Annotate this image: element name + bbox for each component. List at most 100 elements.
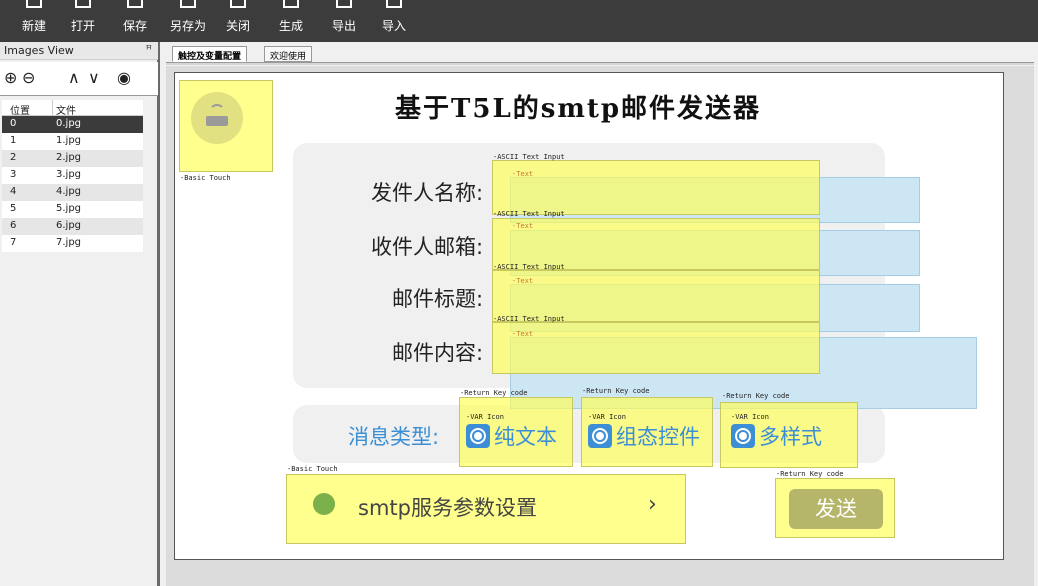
build-button-label: 生成	[278, 19, 303, 33]
save-as-button-label: 另存为	[169, 19, 206, 33]
radio-selected-icon	[588, 424, 612, 448]
image-row-file: 0.jpg	[56, 118, 82, 129]
router-body	[206, 116, 228, 126]
ascii-input-tag: -ASCII Text Input	[493, 315, 565, 323]
image-row-position: 3	[10, 169, 17, 180]
app-window: 新建 打开 保存 另存为 关闭 生成 导出 导入 Images View ꟸ ⊕…	[0, 0, 1038, 586]
import-button[interactable]: 导入	[378, 0, 410, 42]
ascii-input-tag: -ASCII Text Input	[493, 210, 565, 218]
save-button-label: 保存	[122, 19, 147, 33]
save-as-button[interactable]: 另存为	[168, 0, 208, 42]
new-button[interactable]: 新建	[18, 0, 50, 42]
image-row[interactable]: 3 3.jpg	[2, 167, 143, 184]
image-row-file: 6.jpg	[56, 220, 82, 231]
image-row-position: 0	[10, 118, 17, 129]
export-button[interactable]: 导出	[328, 0, 360, 42]
image-row[interactable]: 7 7.jpg	[2, 235, 143, 252]
add-image-icon[interactable]: ⊕	[4, 68, 17, 88]
ascii-input-tag: -ASCII Text Input	[493, 263, 565, 271]
new-button-label: 新建	[21, 19, 46, 33]
move-down-icon[interactable]: ∨	[88, 68, 100, 88]
image-row-file: 1.jpg	[56, 135, 82, 146]
radio-selected-icon	[466, 424, 490, 448]
send-button[interactable]: 发送	[789, 489, 883, 529]
open-button-label: 打开	[70, 19, 95, 33]
text-tag: -Text	[512, 330, 534, 338]
option-multi-style-label: 多样式	[759, 425, 822, 449]
var-icon-tag: -VAR Icon	[731, 413, 769, 421]
basic-touch-tag: -Basic Touch	[287, 465, 338, 473]
image-row[interactable]: 1 1.jpg	[2, 133, 143, 150]
var-icon-tag: -VAR Icon	[588, 413, 626, 421]
preview-eye-icon[interactable]: ◉	[117, 68, 131, 88]
return-key-tag: -Return Key code	[582, 387, 650, 395]
column-divider	[52, 100, 53, 115]
mail-subject-label: 邮件标题:	[392, 287, 484, 311]
image-row-position: 2	[10, 152, 17, 163]
close-button[interactable]: 关闭	[222, 0, 254, 42]
tab-underline	[166, 62, 1034, 65]
image-row-file: 5.jpg	[56, 203, 82, 214]
mail-content-overlay[interactable]	[492, 322, 820, 374]
image-row-position: 5	[10, 203, 17, 214]
router-icon	[191, 92, 243, 144]
image-list-table: 位置 文件 0 0.jpg 1 1.jpg 2 2.jpg 3 3.jpg 4	[2, 100, 143, 252]
message-type-label: 消息类型:	[348, 425, 440, 449]
image-row[interactable]: 2 2.jpg	[2, 150, 143, 167]
option-widget-label: 组态控件	[616, 425, 700, 449]
return-key-tag: -Return Key code	[460, 389, 528, 397]
build-button[interactable]: 生成	[275, 0, 307, 42]
chevron-right-icon: ›	[648, 492, 657, 517]
image-row-file: 4.jpg	[56, 186, 82, 197]
text-tag: -Text	[512, 170, 534, 178]
mail-content-label: 邮件内容:	[392, 341, 484, 365]
option-plain-text-label: 纯文本	[494, 425, 557, 449]
radio-selected-icon	[731, 424, 755, 448]
images-view-toolbar: ⊕ ⊖ ∧ ∨ ◉	[0, 62, 158, 96]
var-icon-tag: -VAR Icon	[466, 413, 504, 421]
tab-welcome[interactable]: 欢迎使用	[264, 46, 313, 62]
image-row-file: 2.jpg	[56, 152, 82, 163]
main-toolbar: 新建 打开 保存 另存为 关闭 生成 导出 导入	[0, 0, 1038, 42]
images-view-header: Images View ꟸ	[0, 42, 158, 60]
build-icon	[283, 0, 299, 8]
page-title: 基于T5L的smtp邮件发送器	[395, 94, 762, 124]
sender-name-overlay[interactable]	[492, 160, 820, 215]
open-button[interactable]: 打开	[67, 0, 99, 42]
close-button-label: 关闭	[225, 19, 250, 33]
export-button-label: 导出	[331, 19, 356, 33]
basic-touch-tag: -Basic Touch	[180, 174, 231, 182]
image-row-file: 7.jpg	[56, 237, 82, 248]
column-header-file[interactable]: 文件	[56, 102, 76, 117]
sender-name-label: 发件人名称:	[371, 181, 484, 205]
image-row[interactable]: 5 5.jpg	[2, 201, 143, 218]
image-list-header: 位置 文件	[2, 100, 143, 117]
new-file-icon	[26, 0, 42, 8]
image-row[interactable]: 4 4.jpg	[2, 184, 143, 201]
save-button[interactable]: 保存	[119, 0, 151, 42]
image-row-position: 1	[10, 135, 17, 146]
move-up-icon[interactable]: ∧	[68, 68, 80, 88]
text-tag: -Text	[512, 222, 534, 230]
column-header-position[interactable]: 位置	[10, 102, 30, 117]
pin-icon[interactable]: ꟸ	[146, 43, 152, 56]
return-key-tag: -Return Key code	[776, 470, 844, 478]
export-icon	[336, 0, 352, 8]
image-row[interactable]: 0 0.jpg	[2, 116, 143, 133]
save-as-icon	[180, 0, 196, 8]
smtp-settings-label: smtp服务参数设置	[358, 496, 537, 520]
import-button-label: 导入	[381, 19, 406, 33]
image-row-position: 4	[10, 186, 17, 197]
tab-touch-variable-config[interactable]: 触控及变量配置	[172, 46, 248, 62]
gear-icon	[313, 493, 335, 515]
save-icon	[127, 0, 143, 8]
image-row-file: 3.jpg	[56, 169, 82, 180]
recipient-email-label: 收件人邮箱:	[371, 235, 484, 259]
image-row[interactable]: 6 6.jpg	[2, 218, 143, 235]
import-icon	[386, 0, 402, 8]
images-view-panel: Images View ꟸ ⊕ ⊖ ∧ ∨ ◉ 位置 文件 0 0.jpg 1 …	[0, 42, 160, 586]
text-tag: -Text	[512, 277, 534, 285]
return-key-tag: -Return Key code	[722, 392, 790, 400]
close-file-icon	[230, 0, 246, 8]
remove-image-icon[interactable]: ⊖	[22, 68, 35, 88]
